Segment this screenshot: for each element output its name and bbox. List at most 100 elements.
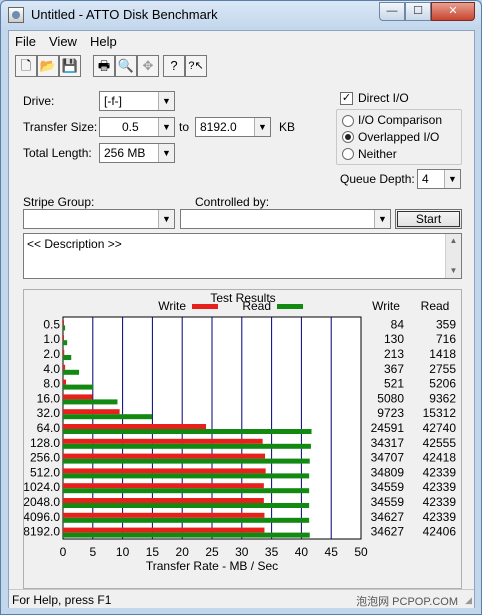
neither-radio[interactable] xyxy=(342,148,354,160)
new-file-icon[interactable]: 🗋 xyxy=(15,55,37,77)
write-value: 34627 xyxy=(371,525,405,539)
window-title: Untitled - ATTO Disk Benchmark xyxy=(31,7,218,22)
bar-write xyxy=(63,483,264,489)
write-value: 24591 xyxy=(371,421,405,435)
write-value: 9723 xyxy=(377,406,404,420)
total-length-select[interactable]: 256 MB ▼ xyxy=(99,143,175,163)
bar-write xyxy=(63,409,120,415)
menu-help[interactable]: Help xyxy=(90,34,117,49)
read-value: 2755 xyxy=(429,362,456,376)
open-folder-icon[interactable]: 📂 xyxy=(37,55,59,77)
io-comparison-radio[interactable] xyxy=(342,115,354,127)
bar-read xyxy=(63,340,68,346)
write-value: 34317 xyxy=(371,436,405,450)
category-label: 16.0 xyxy=(37,391,61,405)
kb-label: KB xyxy=(279,120,296,134)
queue-depth-select[interactable]: 4 ▼ xyxy=(417,169,461,189)
transfer-size-to-value: 8192.0 xyxy=(200,120,237,134)
test-results-panel: Test Results Write Read Write Read 0 5 10 15 20 25… xyxy=(23,289,462,589)
write-value: 84 xyxy=(391,317,405,331)
read-value: 359 xyxy=(436,317,456,331)
bar-write xyxy=(63,453,266,459)
read-value: 42339 xyxy=(423,465,457,479)
bar-read xyxy=(63,473,310,479)
read-value: 42339 xyxy=(423,510,457,524)
x-tick-label: 0 xyxy=(60,545,67,559)
bar-read xyxy=(63,488,310,494)
start-button[interactable]: Start xyxy=(395,209,462,229)
test-results-chart: Test ResultsWrite Read Write Read0 5 10 15 20 25… xyxy=(23,291,457,573)
transfer-size-from-select[interactable]: 0.5 ▼ xyxy=(99,117,175,137)
move-icon[interactable]: ✥ xyxy=(137,55,159,77)
drive-select[interactable]: [-f-] ▼ xyxy=(99,91,175,111)
status-bar: For Help, press F1 泡泡网 PCPOP.COM ◢ xyxy=(9,589,474,608)
transfer-size-from-value: 0.5 xyxy=(122,120,139,134)
title-bar[interactable]: Untitled - ATTO Disk Benchmark — ☐ ✕ xyxy=(1,1,481,29)
x-tick-label: 45 xyxy=(325,545,339,559)
stripe-group-label: Stripe Group: xyxy=(23,195,95,209)
bar-write xyxy=(63,512,265,518)
bar-write xyxy=(63,527,265,533)
app-window: Untitled - ATTO Disk Benchmark — ☐ ✕ Fil… xyxy=(0,0,482,615)
stripe-group-select[interactable]: ▼ xyxy=(23,209,175,229)
table-header-read: Read xyxy=(421,299,450,313)
chevron-down-icon: ▼ xyxy=(254,118,270,136)
read-value: 1418 xyxy=(429,347,456,361)
table-header-write: Write xyxy=(372,299,400,313)
read-value: 42418 xyxy=(423,451,457,465)
x-tick-label: 25 xyxy=(205,545,219,559)
close-button[interactable]: ✕ xyxy=(431,2,475,21)
chevron-down-icon: ▼ xyxy=(158,118,174,136)
x-axis-title: Transfer Rate - MB / Sec xyxy=(146,559,278,573)
category-label: 1024.0 xyxy=(24,480,60,494)
read-value: 42339 xyxy=(423,480,457,494)
bar-write xyxy=(63,438,263,444)
read-value: 42406 xyxy=(423,525,457,539)
bar-read xyxy=(63,399,118,405)
app-icon xyxy=(8,7,24,23)
category-label: 32.0 xyxy=(37,406,61,420)
bar-read xyxy=(63,369,80,375)
transfer-size-to-select[interactable]: 8192.0 ▼ xyxy=(195,117,271,137)
maximize-button[interactable]: ☐ xyxy=(405,2,431,21)
minimize-button[interactable]: — xyxy=(379,2,405,21)
controlled-by-label: Controlled by: xyxy=(195,195,270,209)
menu-bar: File View Help xyxy=(9,31,474,51)
drive-value: [-f-] xyxy=(104,94,122,108)
scroll-up-icon[interactable]: ▲ xyxy=(446,234,461,248)
help-icon[interactable]: ? xyxy=(163,55,185,77)
category-label: 64.0 xyxy=(37,421,61,435)
read-value: 9362 xyxy=(429,391,456,405)
print-preview-icon[interactable]: 🔍 xyxy=(115,55,137,77)
resize-grip-icon[interactable]: ◢ xyxy=(465,595,472,606)
description-text: << Description >> xyxy=(27,237,122,251)
bar-write xyxy=(63,498,264,503)
menu-file[interactable]: File xyxy=(15,34,36,49)
print-icon[interactable]: 🖶 xyxy=(93,55,115,77)
io-comparison-label: I/O Comparison xyxy=(358,113,443,127)
write-value: 34627 xyxy=(371,510,405,524)
menu-view[interactable]: View xyxy=(49,34,77,49)
description-scrollbar[interactable]: ▲ ▼ xyxy=(445,234,461,278)
bar-read xyxy=(63,517,310,523)
context-help-icon[interactable]: ?↖ xyxy=(185,55,207,77)
write-value: 5080 xyxy=(377,391,404,405)
scroll-down-icon[interactable]: ▼ xyxy=(446,264,461,278)
to-label: to xyxy=(179,120,190,134)
overlapped-io-radio[interactable] xyxy=(342,131,354,143)
write-value: 213 xyxy=(384,347,404,361)
status-text: For Help, press F1 xyxy=(12,593,112,607)
x-tick-label: 15 xyxy=(146,545,160,559)
description-box[interactable]: << Description >> ▲ ▼ xyxy=(23,233,462,279)
x-tick-label: 50 xyxy=(354,545,368,559)
controlled-by-select[interactable]: ▼ xyxy=(180,209,391,229)
write-value: 34707 xyxy=(371,451,405,465)
bar-read xyxy=(63,443,311,449)
write-value: 521 xyxy=(384,377,404,391)
bar-write xyxy=(63,320,64,326)
category-label: 256.0 xyxy=(30,451,60,465)
direct-io-checkbox[interactable]: ✓ xyxy=(340,92,353,105)
neither-label: Neither xyxy=(358,147,397,161)
total-length-value: 256 MB xyxy=(104,146,146,160)
save-icon[interactable]: 💾 xyxy=(59,55,81,77)
